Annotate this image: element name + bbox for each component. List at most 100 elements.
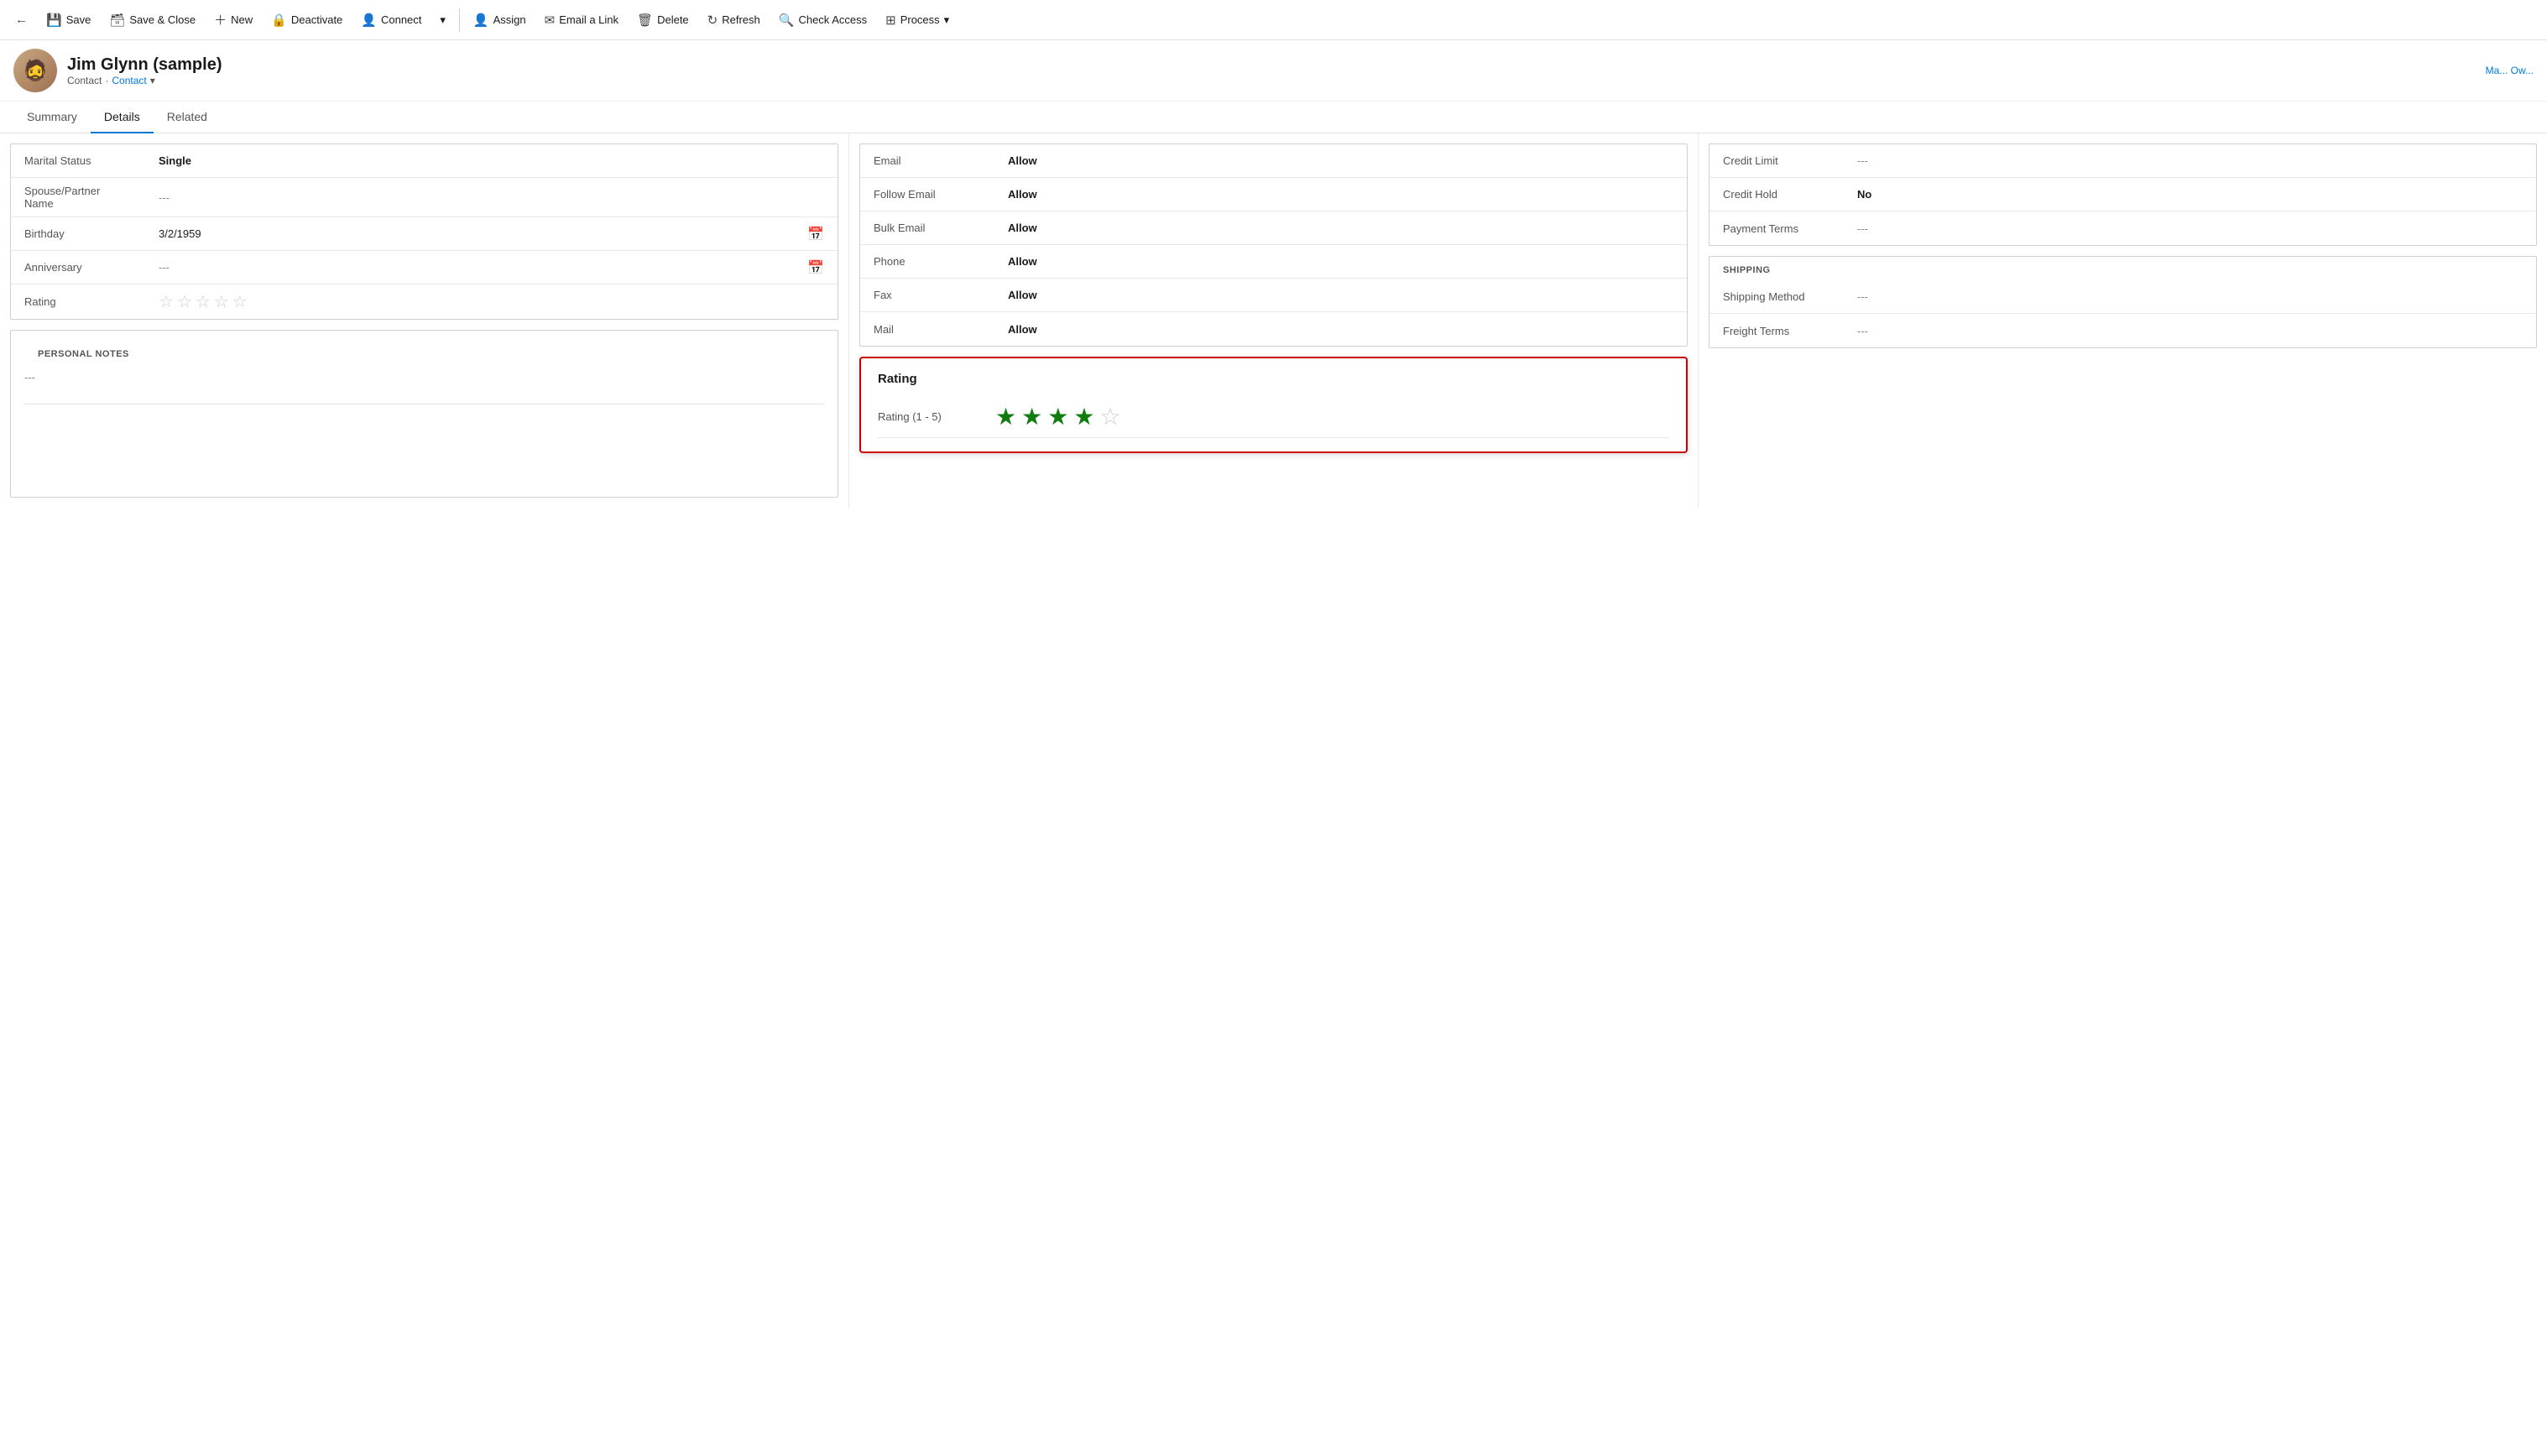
right-user-info: Ma... Ow... [2486,65,2534,76]
connect-dropdown-button[interactable]: ▾ [431,8,454,32]
save-button[interactable]: 💾 Save [38,8,99,33]
phone-pref-label: Phone [874,255,1008,268]
refresh-button[interactable]: ↻ Refresh [699,8,769,33]
popup-star-3[interactable]: ★ [1047,403,1068,431]
connect-icon: 👤 [361,13,377,28]
check-access-icon: 🔍 [779,13,795,28]
delete-icon: 🗑 [637,13,653,28]
field-follow-email: Follow Email Allow [860,178,1687,211]
field-bulk-email: Bulk Email Allow [860,211,1687,245]
field-spouse-name: Spouse/PartnerName --- [11,178,838,217]
tab-summary[interactable]: Summary [13,102,91,133]
personal-info-card: Marital Status Single Spouse/PartnerName… [10,144,838,320]
marital-status-value: Single [159,154,824,167]
subtitle-dot: · [105,75,108,86]
field-mail-pref: Mail Allow [860,312,1687,346]
refresh-icon: ↻ [707,13,718,28]
anniversary-calendar-icon[interactable]: 📅 [807,259,824,276]
tab-related[interactable]: Related [154,102,221,133]
deactivate-button[interactable]: 🔒 Deactivate [263,8,351,33]
payment-terms-value: --- [1857,222,2523,235]
tabs: Summary Details Related [0,102,2547,133]
popup-star-4[interactable]: ★ [1073,403,1094,431]
connect-button[interactable]: 👤 Connect [352,8,430,33]
popup-star-2[interactable]: ★ [1021,403,1042,431]
field-credit-limit: Credit Limit --- [1709,144,2536,178]
email-link-button[interactable]: ✉ Email a Link [536,8,627,33]
assign-icon: 👤 [473,13,489,28]
mail-pref-value: Allow [1008,323,1673,336]
avatar: 🧔 [13,49,57,92]
personal-notes-value[interactable]: --- [24,364,824,390]
save-close-icon: 🗃 [109,13,125,28]
shipping-title: SHIPPING [1709,257,2536,280]
shipping-card: SHIPPING Shipping Method --- Freight Ter… [1709,256,2537,348]
star-5[interactable]: ☆ [232,291,248,312]
follow-email-label: Follow Email [874,188,1008,201]
star-4[interactable]: ☆ [214,291,229,312]
email-link-icon: ✉ [545,13,556,28]
personal-notes-title: PERSONAL NOTES [24,341,824,364]
toolbar: ← 💾 Save 🗃 Save & Close ＋ New 🔒 Deactiva… [0,0,2547,40]
field-rating-empty: Rating ☆ ☆ ☆ ☆ ☆ [11,284,838,319]
new-button[interactable]: ＋ New [206,6,261,34]
birthday-value: 3/2/1959 [159,227,801,240]
bulk-email-value: Allow [1008,222,1673,234]
spouse-name-value: --- [159,191,824,204]
deactivate-icon: 🔒 [271,13,287,28]
toolbar-divider [459,8,460,32]
main-content: Marital Status Single Spouse/PartnerName… [0,133,2547,508]
column-billing: Credit Limit --- Credit Hold No Payment … [1699,133,2547,508]
credit-limit-label: Credit Limit [1723,154,1857,167]
shipping-method-value: --- [1857,290,2523,303]
popup-star-1[interactable]: ★ [995,403,1016,431]
star-3[interactable]: ☆ [196,291,211,312]
field-phone-pref: Phone Allow [860,245,1687,279]
shipping-method-label: Shipping Method [1723,290,1857,303]
check-access-button[interactable]: 🔍 Check Access [770,8,875,33]
back-icon: ← [15,13,28,27]
rating-popup-title: Rating [878,372,1669,386]
follow-email-value: Allow [1008,188,1673,201]
phone-pref-value: Allow [1008,255,1673,268]
rating-popup-stars[interactable]: ★ ★ ★ ★ ☆ [995,403,1121,431]
process-icon: ⊞ [885,13,896,28]
spouse-name-label: Spouse/PartnerName [24,185,159,210]
tab-details[interactable]: Details [91,102,154,133]
subtitle-chevron[interactable]: ▾ [150,75,155,86]
bulk-email-label: Bulk Email [874,222,1008,234]
credit-hold-value: No [1857,188,2523,201]
star-2[interactable]: ☆ [177,291,192,312]
credit-hold-label: Credit Hold [1723,188,1857,201]
freight-terms-label: Freight Terms [1723,325,1857,337]
assign-button[interactable]: 👤 Assign [465,8,535,33]
avatar-image: 🧔 [13,49,57,92]
mail-pref-label: Mail [874,323,1008,336]
star-1[interactable]: ☆ [159,291,174,312]
rating-stars-empty[interactable]: ☆ ☆ ☆ ☆ ☆ [159,291,248,312]
save-close-button[interactable]: 🗃 Save & Close [101,8,204,33]
rating-label: Rating [24,295,159,308]
birthday-calendar-icon[interactable]: 📅 [807,226,824,243]
field-freight-terms: Freight Terms --- [1709,314,2536,347]
chevron-down-icon: ▾ [440,13,446,27]
back-button[interactable]: ← [7,8,36,32]
field-credit-hold: Credit Hold No [1709,178,2536,211]
popup-star-5[interactable]: ☆ [1099,403,1120,431]
record-header: 🧔 Jim Glynn (sample) Contact · Contact ▾… [0,40,2547,102]
field-anniversary: Anniversary --- 📅 [11,251,838,284]
email-pref-value: Allow [1008,154,1673,167]
field-fax-pref: Fax Allow [860,279,1687,312]
record-type-link[interactable]: Contact [112,75,146,86]
fax-pref-label: Fax [874,289,1008,301]
contact-preferences-card: Email Allow Follow Email Allow Bulk Emai… [859,144,1688,347]
rating-popup: Rating Rating (1 - 5) ★ ★ ★ ★ ☆ [859,357,1688,453]
record-info: Jim Glynn (sample) Contact · Contact ▾ [67,55,222,86]
anniversary-label: Anniversary [24,261,159,274]
field-payment-terms: Payment Terms --- [1709,211,2536,245]
new-icon: ＋ [214,11,227,29]
field-marital-status: Marital Status Single [11,144,838,178]
process-button[interactable]: ⊞ Process ▾ [877,8,958,33]
anniversary-value: --- [159,261,801,274]
delete-button[interactable]: 🗑 Delete [629,8,697,33]
